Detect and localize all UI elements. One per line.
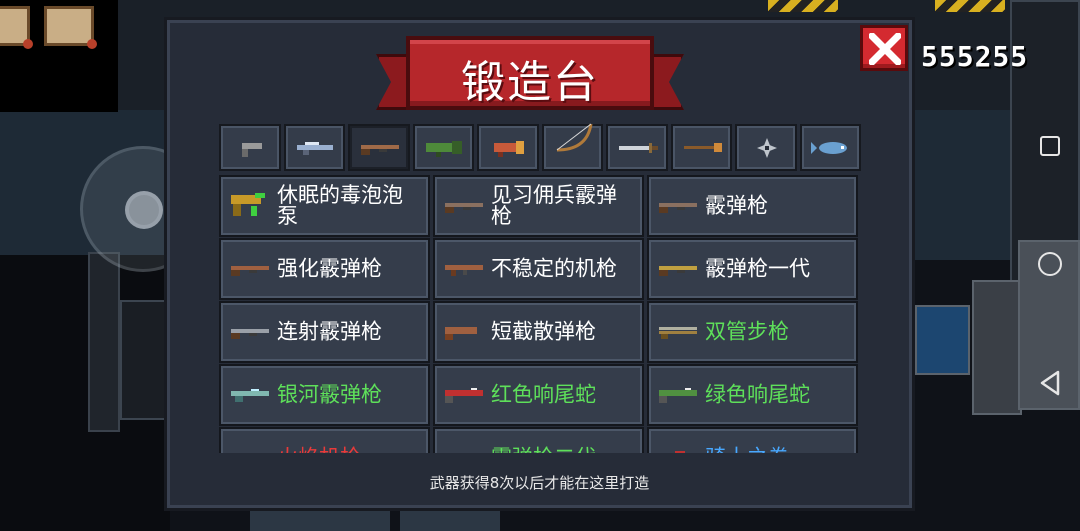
weapon-item[interactable]: 霰弹枪一代 (647, 238, 858, 300)
game-computer (915, 305, 970, 375)
weapon-item[interactable]: 火焰机枪 (219, 427, 430, 453)
hazard-stripe (768, 0, 838, 12)
tab-throwing-star[interactable] (735, 124, 797, 171)
weapon-name: 绿色响尾蛇 (705, 382, 810, 407)
page-title: 锻造台 (461, 57, 599, 108)
forge-panel: 锻造台 休眠的毒泡泡泵 见习佣兵霰弹枪 霰弹枪强化霰弹枪 不稳定的机枪 霰弹枪一代连射霰… (164, 17, 915, 511)
game-pillar (88, 252, 120, 432)
weapon-name: 霰弹枪 (705, 193, 768, 218)
tab-fish[interactable] (799, 124, 861, 171)
bow-icon (556, 123, 592, 152)
weapon-item[interactable]: 霰弹枪二代 (433, 427, 644, 453)
weapon-name: 银河霰弹枪 (277, 382, 382, 407)
tab-pistol[interactable] (219, 124, 281, 171)
sawed-off-icon (441, 321, 487, 347)
weapon-name: 霰弹枪二代 (491, 447, 634, 453)
tab-shotgun[interactable] (348, 124, 410, 171)
weapon-item[interactable]: 见习佣兵霰弹枪 (433, 175, 644, 237)
pistol-icon (242, 143, 262, 157)
weapon-item[interactable]: 红色响尾蛇 (433, 364, 644, 426)
shotgun-icon (441, 195, 487, 221)
shotgun-icon (227, 321, 273, 347)
galaxy-shotgun-icon (227, 384, 273, 410)
weapon-item[interactable]: 短截散弹枪 (433, 301, 644, 363)
close-button[interactable] (860, 25, 908, 71)
tab-sword[interactable] (606, 124, 668, 171)
red-rattlesnake-icon (441, 384, 487, 410)
weapon-item[interactable]: 休眠的毒泡泡泵 (219, 175, 430, 237)
tab-staff[interactable] (670, 124, 732, 171)
tab-launcher[interactable] (477, 124, 539, 171)
weapon-item[interactable]: 骑士之拳 (647, 427, 858, 453)
throwing-star-icon (757, 138, 777, 158)
weapon-name: 见习佣兵霰弹枪 (491, 183, 617, 228)
weapon-grid: 休眠的毒泡泡泵 见习佣兵霰弹枪 霰弹枪强化霰弹枪 不稳定的机枪 霰弹枪一代连射霰弹枪 短截… (219, 175, 858, 453)
weapon-name: 骑士之拳 (705, 447, 848, 453)
weapon-name: 双管步枪 (705, 319, 789, 344)
machine-gun-icon (441, 258, 487, 284)
weapon-name: 休眠的毒泡泡泵 (277, 183, 403, 228)
picture-frame (0, 6, 33, 49)
shotgun-icon (361, 145, 399, 155)
tab-rocket-launcher[interactable] (412, 124, 474, 171)
back-icon[interactable] (1038, 370, 1062, 396)
hazard-stripe (935, 0, 1005, 12)
weapon-item[interactable]: 绿色响尾蛇 (647, 364, 858, 426)
knight-fist-icon (655, 447, 701, 453)
recent-apps-icon[interactable] (1040, 136, 1060, 156)
weapon-name: 强化霰弹枪 (277, 256, 382, 281)
floor-tile (400, 509, 500, 531)
weapon-name: 连射霰弹枪 (277, 319, 382, 344)
shotgun-icon (655, 195, 701, 221)
staff-icon (683, 143, 722, 152)
weapon-item[interactable]: 不稳定的机枪 (433, 238, 644, 300)
rocket-launcher-icon (425, 141, 462, 157)
game-machine (972, 280, 1022, 415)
close-icon (869, 33, 901, 65)
shotgun-icon (227, 258, 273, 284)
weapon-name: 短截散弹枪 (491, 319, 596, 344)
double-barrel-icon (655, 321, 701, 347)
category-tabs (219, 123, 861, 172)
picture-frame (44, 6, 97, 49)
pump-gun-icon (227, 193, 273, 229)
fish-icon (810, 142, 847, 154)
joystick-knob[interactable] (125, 191, 163, 229)
weapon-item[interactable]: 霰弹枪 (647, 175, 858, 237)
game-plant-pots (120, 300, 166, 420)
weapon-name: 霰弹枪一代 (705, 256, 810, 281)
shotgun-icon (655, 258, 701, 284)
weapon-item[interactable]: 连射霰弹枪 (219, 301, 430, 363)
floor-tile (250, 509, 390, 531)
shotgun-icon (441, 447, 487, 453)
tab-bow[interactable] (541, 123, 603, 171)
sword-icon (619, 143, 658, 153)
launcher-icon (494, 141, 524, 157)
weapon-list[interactable]: 休眠的毒泡泡泵 见习佣兵霰弹枪 霰弹枪强化霰弹枪 不稳定的机枪 霰弹枪一代连射霰弹枪 短截… (219, 175, 861, 453)
green-rattlesnake-icon (655, 384, 701, 410)
weapon-name: 火焰机枪 (277, 447, 420, 453)
weapon-item[interactable]: 银河霰弹枪 (219, 364, 430, 426)
title-banner: 锻造台 (376, 36, 684, 122)
laser-rifle-icon (296, 142, 333, 155)
weapon-item[interactable]: 双管步枪 (647, 301, 858, 363)
home-icon[interactable] (1038, 252, 1062, 276)
weapon-item[interactable]: 强化霰弹枪 (219, 238, 430, 300)
weapon-name: 红色响尾蛇 (491, 382, 596, 407)
flame-gun-icon (227, 447, 273, 453)
forge-hint: 武器获得8次以后才能在这里打造 (429, 474, 650, 492)
weapon-name: 不稳定的机枪 (491, 256, 617, 281)
gem-counter: 555255 (921, 40, 1029, 73)
tab-laser-rifle[interactable] (283, 124, 345, 171)
